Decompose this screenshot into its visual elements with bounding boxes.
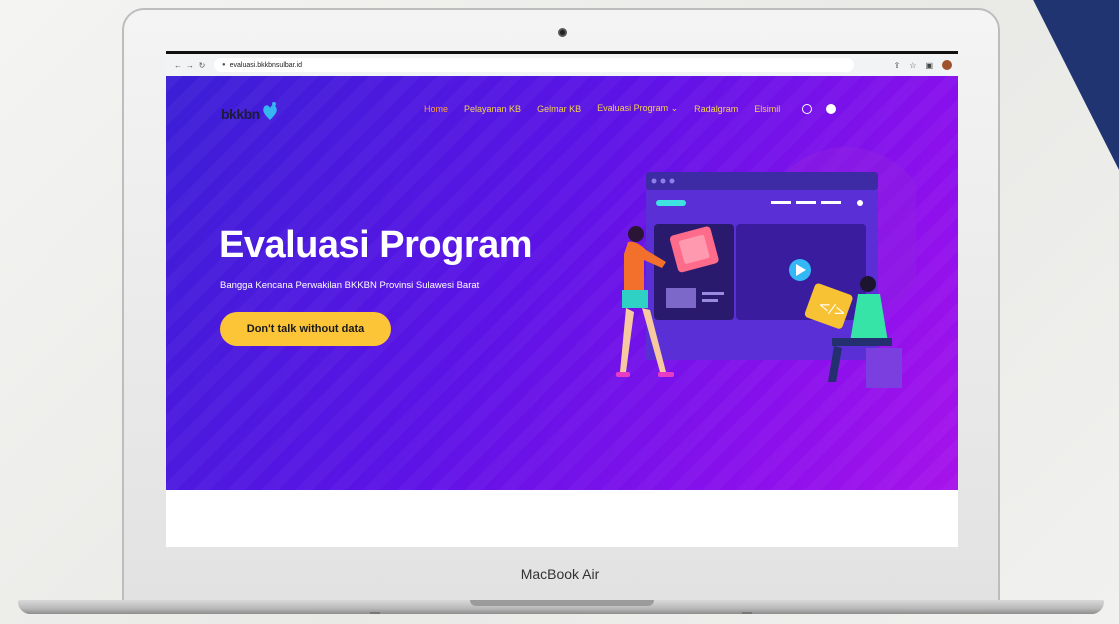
- share-icon[interactable]: ⇪: [894, 61, 901, 70]
- laptop-hinge-notch: [470, 600, 654, 606]
- address-bar[interactable]: ● evaluasi.bkkbnsulbar.id: [214, 58, 854, 72]
- cta-button[interactable]: Don't talk without data: [220, 312, 391, 346]
- nav-elsimil[interactable]: Elsimil: [754, 104, 780, 114]
- url-text: evaluasi.bkkbnsulbar.id: [229, 61, 303, 69]
- hero-title: Evaluasi Program: [219, 224, 533, 266]
- hero-subtitle: Bangga Kencana Perwakilan BKKBN Provinsi…: [220, 280, 480, 291]
- laptop-foot: [742, 612, 752, 614]
- site-logo[interactable]: bkkbn: [221, 102, 278, 122]
- instagram-icon[interactable]: [802, 103, 813, 114]
- facebook-icon[interactable]: [826, 103, 837, 114]
- nav-evaluasi-label: Evaluasi Program: [597, 103, 669, 113]
- nav-home[interactable]: Home: [424, 104, 448, 114]
- profile-avatar[interactable]: [942, 60, 952, 70]
- sidebar-icon[interactable]: ▣: [925, 61, 933, 70]
- laptop-foot: [370, 612, 380, 614]
- page-content-start: [166, 490, 958, 547]
- reload-icon[interactable]: ↻: [196, 61, 208, 70]
- laptop-screen: ← → ↻ ● evaluasi.bkkbnsulbar.id ⇪ ☆ ▣ bk…: [166, 51, 958, 547]
- webcam: [558, 28, 567, 37]
- chevron-down-icon: ⌄: [670, 103, 679, 113]
- nav-radalgram[interactable]: Radalgram: [694, 104, 738, 114]
- browser-toolbar: ← → ↻ ● evaluasi.bkkbnsulbar.id ⇪ ☆ ▣: [166, 54, 958, 76]
- lock-icon: ●: [222, 62, 226, 68]
- nav-pelayanan-kb[interactable]: Pelayanan KB: [464, 104, 521, 114]
- nav-evaluasi-program[interactable]: Evaluasi Program ⌄: [597, 103, 678, 114]
- bookmark-star-icon[interactable]: ☆: [909, 61, 916, 70]
- logo-text: bkkbn: [221, 106, 260, 122]
- back-icon[interactable]: ←: [172, 61, 184, 70]
- nav-gelmar-kb[interactable]: Gelmar KB: [537, 104, 581, 114]
- main-nav: Home Pelayanan KB Gelmar KB Evaluasi Pro…: [424, 103, 837, 114]
- hero-section: bkkbn Home Pelayanan KB Gelmar KB Evalua…: [166, 76, 958, 490]
- corner-accent-shape: [1033, 0, 1119, 170]
- laptop-model-label: MacBook Air: [520, 566, 600, 582]
- logo-heart-icon: [262, 102, 277, 120]
- forward-icon[interactable]: →: [184, 61, 196, 70]
- hero-illustration: </>: [616, 147, 916, 388]
